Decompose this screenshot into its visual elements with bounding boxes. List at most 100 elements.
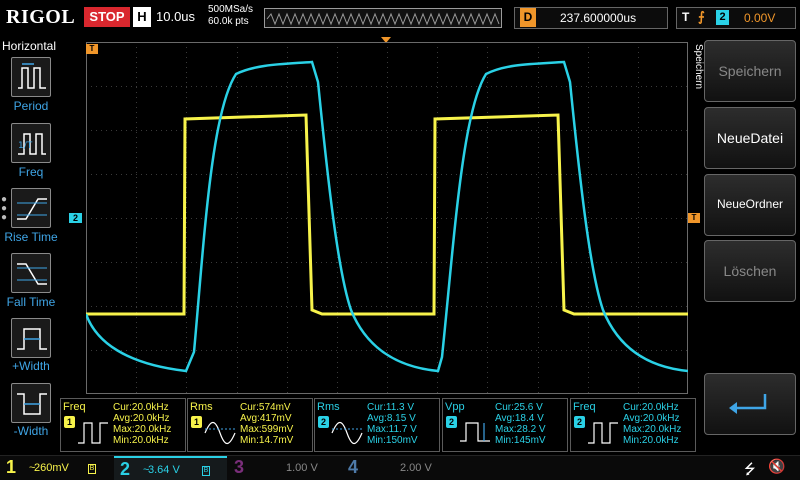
- memory-overview-bar: [264, 8, 502, 28]
- return-arrow-icon: [729, 394, 767, 414]
- channel-scale: 2.00 V: [400, 462, 432, 474]
- channel-badge: 2: [446, 416, 457, 428]
- channel-badge: 1: [64, 416, 75, 428]
- channel-2-status[interactable]: 2 ~ 3.64 V B: [114, 456, 227, 480]
- measurement-avg: Avg:20.0kHz: [113, 413, 170, 424]
- period-button[interactable]: [11, 57, 51, 97]
- channel-bar: 1 ~ 260mV B 2 ~ 3.64 V B 3 1.00 V 4 2.00…: [0, 455, 800, 480]
- waveform-grid: [86, 42, 688, 394]
- measurement-max: Max:599mV: [240, 424, 294, 435]
- pos-width-icon: [17, 328, 47, 350]
- channel-number: 4: [348, 457, 359, 477]
- channel-badge: 1: [191, 416, 202, 428]
- measurement-min: Min:20.0kHz: [113, 435, 169, 446]
- sample-rate: 500MSa/s: [208, 4, 254, 15]
- channel-1-status[interactable]: 1 ~ 260mV B: [0, 456, 113, 480]
- new-folder-button[interactable]: NeueOrdner: [704, 174, 796, 236]
- measurement-name: Rms: [317, 401, 340, 413]
- fall-time-icon: [17, 263, 47, 285]
- memory-depth: 60.0k pts: [208, 16, 249, 27]
- measurement-min: Min:20.0kHz: [623, 435, 679, 446]
- trigger-level-marker[interactable]: T: [688, 213, 700, 223]
- delay-value[interactable]: 237.600000us: [560, 11, 636, 25]
- fall-time-label: Fall Time: [6, 295, 56, 309]
- channel-number: 2: [120, 459, 131, 479]
- channel-4-status[interactable]: 4 2.00 V: [342, 456, 455, 480]
- channel-scale: 1.00 V: [286, 462, 318, 474]
- vpp-icon: [460, 422, 490, 442]
- timebase-value[interactable]: 10.0us: [156, 9, 195, 24]
- freq-icon: 1/T: [18, 133, 46, 155]
- ch2-trace: [86, 60, 688, 373]
- delete-label: Löschen: [723, 263, 777, 279]
- freq-icon: [588, 422, 618, 444]
- trigger-source-badge: 2: [716, 10, 729, 25]
- measurement-cur: Cur:11.3 V: [367, 402, 415, 413]
- return-button[interactable]: [704, 373, 796, 435]
- measurement-rms-ch1[interactable]: Rms 1 Cur:574mV Avg:417mV Max:599mV Min:…: [187, 398, 313, 452]
- page-indicator: ● ● ●: [1, 194, 8, 223]
- rising-edge-icon: ⨍: [698, 9, 705, 24]
- channel-badge: 2: [318, 416, 329, 428]
- speaker-muted-icon[interactable]: 🔇: [768, 458, 785, 475]
- measurement-vpp-ch2[interactable]: Vpp 2 Cur:25.6 V Avg:18.4 V Max:28.2 V M…: [442, 398, 568, 452]
- pos-width-button[interactable]: [11, 318, 51, 358]
- ch2-offset-marker[interactable]: 2: [69, 213, 82, 223]
- measurement-avg: Avg:18.4 V: [495, 413, 544, 424]
- trigger-label: T: [682, 10, 690, 24]
- measurement-rms-ch2[interactable]: Rms 2 Cur:11.3 V Avg:8.15 V Max:11.7 V M…: [314, 398, 440, 452]
- fall-time-button[interactable]: [11, 253, 51, 293]
- measurement-min: Min:14.7mV: [240, 435, 294, 446]
- measurement-name: Vpp: [445, 401, 465, 413]
- new-file-button[interactable]: NeueDatei: [704, 107, 796, 169]
- new-folder-label: NeueOrdner: [716, 197, 784, 211]
- measurement-freq-ch1[interactable]: Freq 1 Cur:20.0kHz Avg:20.0kHz Max:20.0k…: [60, 398, 186, 452]
- trigger-time-marker[interactable]: T: [86, 44, 98, 54]
- neg-width-button[interactable]: [11, 383, 51, 423]
- measurement-max: Max:20.0kHz: [623, 424, 682, 435]
- freq-button[interactable]: 1/T: [11, 123, 51, 163]
- save-button[interactable]: Speichern: [704, 40, 796, 102]
- neg-width-icon: [17, 393, 47, 415]
- channel-scale: 260mV: [34, 462, 69, 474]
- measurement-name: Rms: [190, 401, 213, 413]
- measurement-avg: Avg:20.0kHz: [623, 413, 680, 424]
- measurement-min: Min:145mV: [495, 435, 546, 446]
- waveform-display[interactable]: [86, 42, 688, 394]
- measurement-cur: Cur:20.0kHz: [623, 402, 679, 413]
- rms-icon: [204, 421, 236, 445]
- pos-width-label: +Width: [12, 359, 50, 373]
- measurement-freq-ch2[interactable]: Freq 2 Cur:20.0kHz Avg:20.0kHz Max:20.0k…: [570, 398, 696, 452]
- menu-title: Speichern: [693, 44, 704, 90]
- new-file-label: NeueDatei: [716, 130, 784, 146]
- measurement-max: Max:11.7 V: [367, 424, 417, 435]
- channel-scale: 3.64 V: [148, 464, 180, 476]
- rise-time-button[interactable]: [11, 188, 51, 228]
- measurement-cur: Cur:20.0kHz: [113, 402, 169, 413]
- svg-text:1/T: 1/T: [18, 141, 33, 151]
- ch1-trace: [86, 113, 688, 316]
- measurement-max: Max:20.0kHz: [113, 424, 172, 435]
- measurement-max: Max:28.2 V: [495, 424, 546, 435]
- rise-time-label: Rise Time: [4, 230, 58, 244]
- timebase-mode-badge: H: [133, 7, 151, 27]
- neg-width-label: -Width: [13, 424, 49, 438]
- rms-icon: [331, 421, 363, 445]
- trigger-level[interactable]: 0.00V: [744, 11, 775, 25]
- freq-label: Freq: [18, 165, 44, 179]
- horizontal-measure-panel: Horizontal Period 1/T Freq ● ● ● Rise Time…: [0, 38, 62, 452]
- panel-title: Horizontal: [2, 39, 57, 53]
- channel-number: 1: [6, 457, 17, 477]
- measurement-avg: Avg:417mV: [240, 413, 292, 424]
- measurement-name: Freq: [573, 401, 596, 413]
- rise-time-icon: [17, 198, 47, 220]
- brand-logo: RIGOL: [6, 6, 76, 28]
- bandwidth-limit-icon: B: [202, 466, 210, 476]
- trigger-box[interactable]: [676, 7, 796, 29]
- run-stop-indicator[interactable]: STOP: [84, 7, 130, 27]
- memory-waveform-icon: [266, 12, 500, 26]
- channel-3-status[interactable]: 3 1.00 V: [228, 456, 341, 480]
- period-label: Period: [13, 99, 49, 113]
- delete-button[interactable]: Löschen: [704, 240, 796, 302]
- freq-icon: [78, 422, 108, 444]
